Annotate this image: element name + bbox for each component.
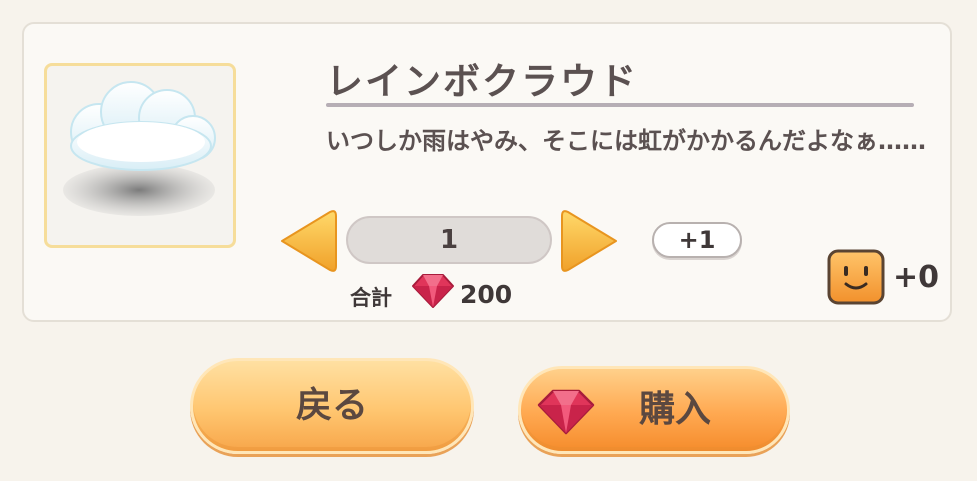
back-button-label: 戻る [295, 385, 368, 426]
total-label: 合計 [350, 286, 392, 310]
reward-count: +0 [893, 260, 940, 295]
quantity-field[interactable]: 1 [346, 216, 552, 264]
total-value: 200 [460, 280, 513, 309]
plus-one-button[interactable]: +1 [652, 222, 742, 258]
decrease-arrow-button[interactable] [276, 208, 338, 274]
ruby-gem-icon [537, 389, 595, 435]
buy-button[interactable]: 購入 [518, 366, 790, 454]
back-button[interactable]: 戻る [190, 358, 474, 454]
title-divider [326, 103, 914, 107]
buy-button-label: 購入 [639, 389, 712, 430]
item-description: いつしか雨はやみ、そこには虹がかかるんだよなぁ…… [326, 127, 926, 155]
increase-arrow-button[interactable] [560, 208, 622, 274]
item-image-frame [44, 63, 236, 248]
ruby-gem-icon [412, 274, 454, 308]
smiley-face-icon [827, 249, 885, 305]
cloud-icon [63, 81, 216, 216]
item-name: レインボクラウド [326, 60, 638, 103]
